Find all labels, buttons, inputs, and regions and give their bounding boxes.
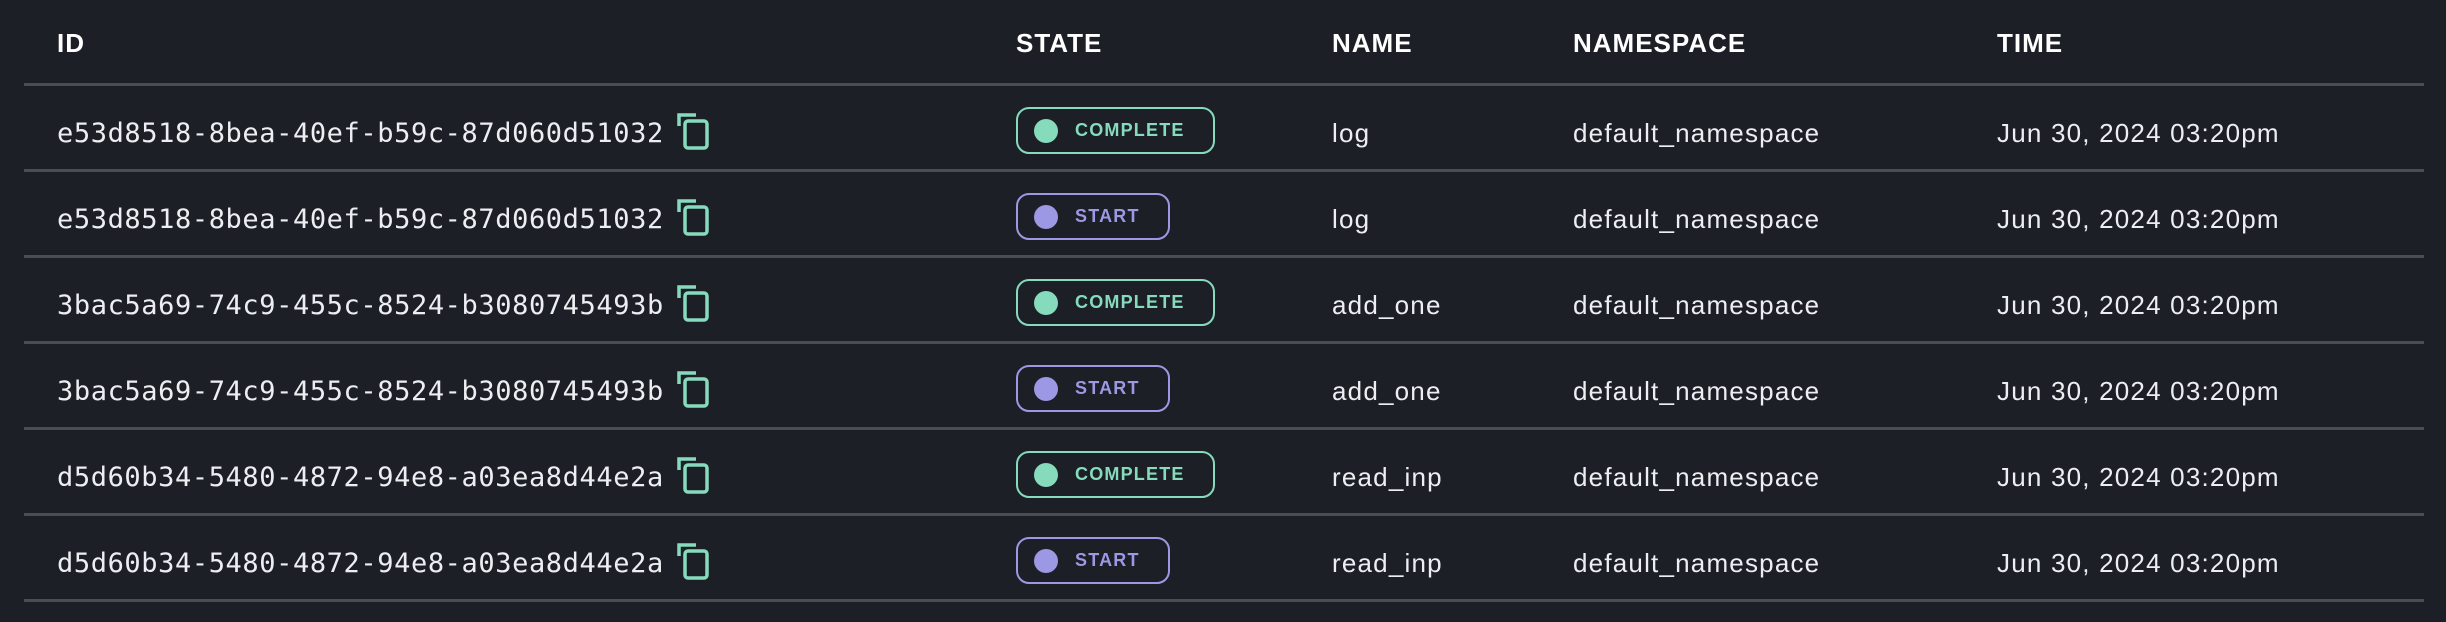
time-cell: Jun 30, 2024 03:20pm bbox=[1997, 462, 2280, 492]
status-dot-icon bbox=[1034, 204, 1058, 229]
id-cell: d5d60b34-5480-4872-94e8-a03ea8d44e2a bbox=[57, 516, 710, 605]
copy-icon bbox=[677, 542, 709, 580]
table-body: e53d8518-8bea-40ef-b59c-87d060d51032 COM… bbox=[24, 86, 2424, 602]
status-label: START bbox=[1075, 378, 1140, 398]
state-cell: COMPLETE bbox=[1016, 258, 1215, 347]
copy-id-button[interactable] bbox=[676, 542, 710, 580]
status-dot-icon bbox=[1034, 376, 1058, 401]
run-id: d5d60b34-5480-4872-94e8-a03ea8d44e2a bbox=[57, 462, 664, 493]
copy-icon bbox=[677, 284, 709, 322]
table-row[interactable]: e53d8518-8bea-40ef-b59c-87d060d51032 COM… bbox=[24, 86, 2424, 172]
status-label: COMPLETE bbox=[1075, 292, 1185, 312]
id-cell: e53d8518-8bea-40ef-b59c-87d060d51032 bbox=[57, 172, 710, 261]
namespace-cell: default_namespace bbox=[1573, 376, 1821, 406]
state-cell: START bbox=[1016, 344, 1170, 433]
namespace-cell: default_namespace bbox=[1573, 548, 1821, 578]
table-row[interactable]: d5d60b34-5480-4872-94e8-a03ea8d44e2a STA… bbox=[24, 516, 2424, 602]
run-id: 3bac5a69-74c9-455c-8524-b3080745493b bbox=[57, 290, 664, 321]
time-cell: Jun 30, 2024 03:20pm bbox=[1997, 548, 2280, 578]
copy-icon bbox=[677, 370, 709, 408]
name-cell: log bbox=[1332, 118, 1371, 148]
table-header: ID STATE NAME NAMESPACE TIME bbox=[24, 0, 2424, 86]
state-cell: START bbox=[1016, 172, 1170, 261]
copy-id-button[interactable] bbox=[676, 456, 710, 494]
copy-icon bbox=[677, 112, 709, 150]
namespace-cell: default_namespace bbox=[1573, 204, 1821, 234]
id-cell: 3bac5a69-74c9-455c-8524-b3080745493b bbox=[57, 258, 710, 347]
status-badge: START bbox=[1016, 365, 1170, 412]
status-badge: START bbox=[1016, 537, 1170, 584]
time-cell: Jun 30, 2024 03:20pm bbox=[1997, 118, 2280, 148]
status-label: START bbox=[1075, 206, 1140, 226]
runs-table: ID STATE NAME NAMESPACE TIME e53d8518-8b… bbox=[24, 0, 2424, 602]
status-dot-icon bbox=[1034, 548, 1058, 573]
run-id: d5d60b34-5480-4872-94e8-a03ea8d44e2a bbox=[57, 548, 664, 579]
run-id: e53d8518-8bea-40ef-b59c-87d060d51032 bbox=[57, 118, 664, 149]
status-dot-icon bbox=[1034, 118, 1058, 143]
copy-id-button[interactable] bbox=[676, 284, 710, 322]
status-badge: COMPLETE bbox=[1016, 451, 1215, 498]
time-cell: Jun 30, 2024 03:20pm bbox=[1997, 376, 2280, 406]
name-cell: read_inp bbox=[1332, 548, 1443, 578]
status-label: START bbox=[1075, 550, 1140, 570]
name-cell: add_one bbox=[1332, 290, 1442, 320]
time-cell: Jun 30, 2024 03:20pm bbox=[1997, 290, 2280, 320]
namespace-cell: default_namespace bbox=[1573, 290, 1821, 320]
time-cell: Jun 30, 2024 03:20pm bbox=[1997, 204, 2280, 234]
state-cell: COMPLETE bbox=[1016, 86, 1215, 175]
table-row[interactable]: 3bac5a69-74c9-455c-8524-b3080745493b COM… bbox=[24, 258, 2424, 344]
name-cell: log bbox=[1332, 204, 1371, 234]
copy-icon bbox=[677, 456, 709, 494]
table-row[interactable]: 3bac5a69-74c9-455c-8524-b3080745493b STA… bbox=[24, 344, 2424, 430]
namespace-cell: default_namespace bbox=[1573, 462, 1821, 492]
status-label: COMPLETE bbox=[1075, 464, 1185, 484]
copy-id-button[interactable] bbox=[676, 112, 710, 150]
column-header-name[interactable]: NAME bbox=[1332, 0, 1413, 85]
copy-id-button[interactable] bbox=[676, 198, 710, 236]
column-header-state[interactable]: STATE bbox=[1016, 0, 1102, 85]
namespace-cell: default_namespace bbox=[1573, 118, 1821, 148]
copy-id-button[interactable] bbox=[676, 370, 710, 408]
status-badge: START bbox=[1016, 193, 1170, 240]
run-id: 3bac5a69-74c9-455c-8524-b3080745493b bbox=[57, 376, 664, 407]
status-dot-icon bbox=[1034, 462, 1058, 487]
table-row[interactable]: e53d8518-8bea-40ef-b59c-87d060d51032 STA… bbox=[24, 172, 2424, 258]
status-label: COMPLETE bbox=[1075, 120, 1185, 140]
name-cell: add_one bbox=[1332, 376, 1442, 406]
run-id: e53d8518-8bea-40ef-b59c-87d060d51032 bbox=[57, 204, 664, 235]
column-header-namespace[interactable]: NAMESPACE bbox=[1573, 0, 1746, 85]
column-header-id[interactable]: ID bbox=[57, 0, 85, 85]
id-cell: 3bac5a69-74c9-455c-8524-b3080745493b bbox=[57, 344, 710, 433]
status-badge: COMPLETE bbox=[1016, 279, 1215, 326]
copy-icon bbox=[677, 198, 709, 236]
table-row[interactable]: d5d60b34-5480-4872-94e8-a03ea8d44e2a COM… bbox=[24, 430, 2424, 516]
column-header-time[interactable]: TIME bbox=[1997, 0, 2063, 85]
id-cell: e53d8518-8bea-40ef-b59c-87d060d51032 bbox=[57, 86, 710, 175]
state-cell: COMPLETE bbox=[1016, 430, 1215, 519]
name-cell: read_inp bbox=[1332, 462, 1443, 492]
status-badge: COMPLETE bbox=[1016, 107, 1215, 154]
status-dot-icon bbox=[1034, 290, 1058, 315]
id-cell: d5d60b34-5480-4872-94e8-a03ea8d44e2a bbox=[57, 430, 710, 519]
state-cell: START bbox=[1016, 516, 1170, 605]
